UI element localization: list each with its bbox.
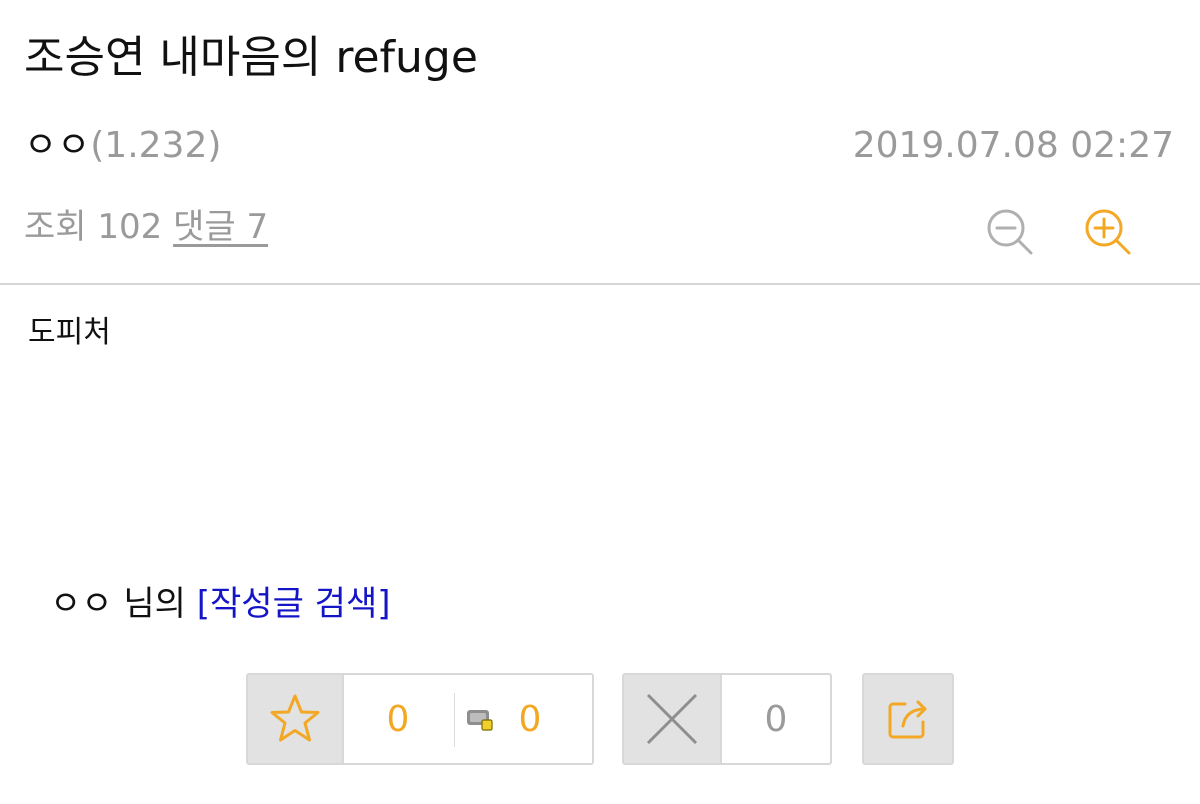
recommend-count: 0 (386, 698, 410, 740)
fixed-recommend-count: 0 (518, 698, 542, 740)
not-recommend-button[interactable] (624, 675, 722, 763)
share-button[interactable] (862, 673, 954, 765)
post-title: 조승연 내마음의 refuge (24, 32, 478, 83)
post-body: 도피처 (28, 315, 111, 350)
view-count: 조회 102 (24, 207, 163, 247)
not-recommend-count: 0 (764, 698, 788, 740)
header-divider (0, 283, 1200, 285)
zoom-out-button[interactable] (984, 206, 1036, 258)
not-recommend-box: 0 (622, 673, 832, 765)
recommend-box: 0 0 (246, 673, 594, 765)
post-date: 2019.07.08 02:27 (852, 125, 1174, 166)
author-info: ㅇㅇ(1.232) (24, 122, 221, 170)
x-icon (646, 693, 698, 745)
author-name[interactable]: ㅇㅇ (24, 125, 90, 166)
count-separator (454, 693, 455, 747)
post-stats: 조회 102 댓글 7 (24, 204, 268, 250)
author-ip: (1.232) (90, 125, 222, 166)
author-search: ㅇㅇ 님의 [작성글 검색] (50, 580, 391, 628)
badge-icon (467, 710, 493, 731)
star-icon (270, 694, 320, 742)
zoom-in-icon (1085, 209, 1131, 255)
author-search-prefix: ㅇㅇ 님의 (50, 584, 197, 624)
author-search-link[interactable]: [작성글 검색] (197, 584, 391, 624)
zoom-in-button[interactable] (1082, 206, 1134, 258)
share-icon (888, 700, 927, 739)
comment-count-link[interactable]: 댓글 7 (173, 207, 268, 247)
zoom-out-icon (987, 209, 1033, 255)
recommend-button[interactable] (248, 675, 344, 763)
